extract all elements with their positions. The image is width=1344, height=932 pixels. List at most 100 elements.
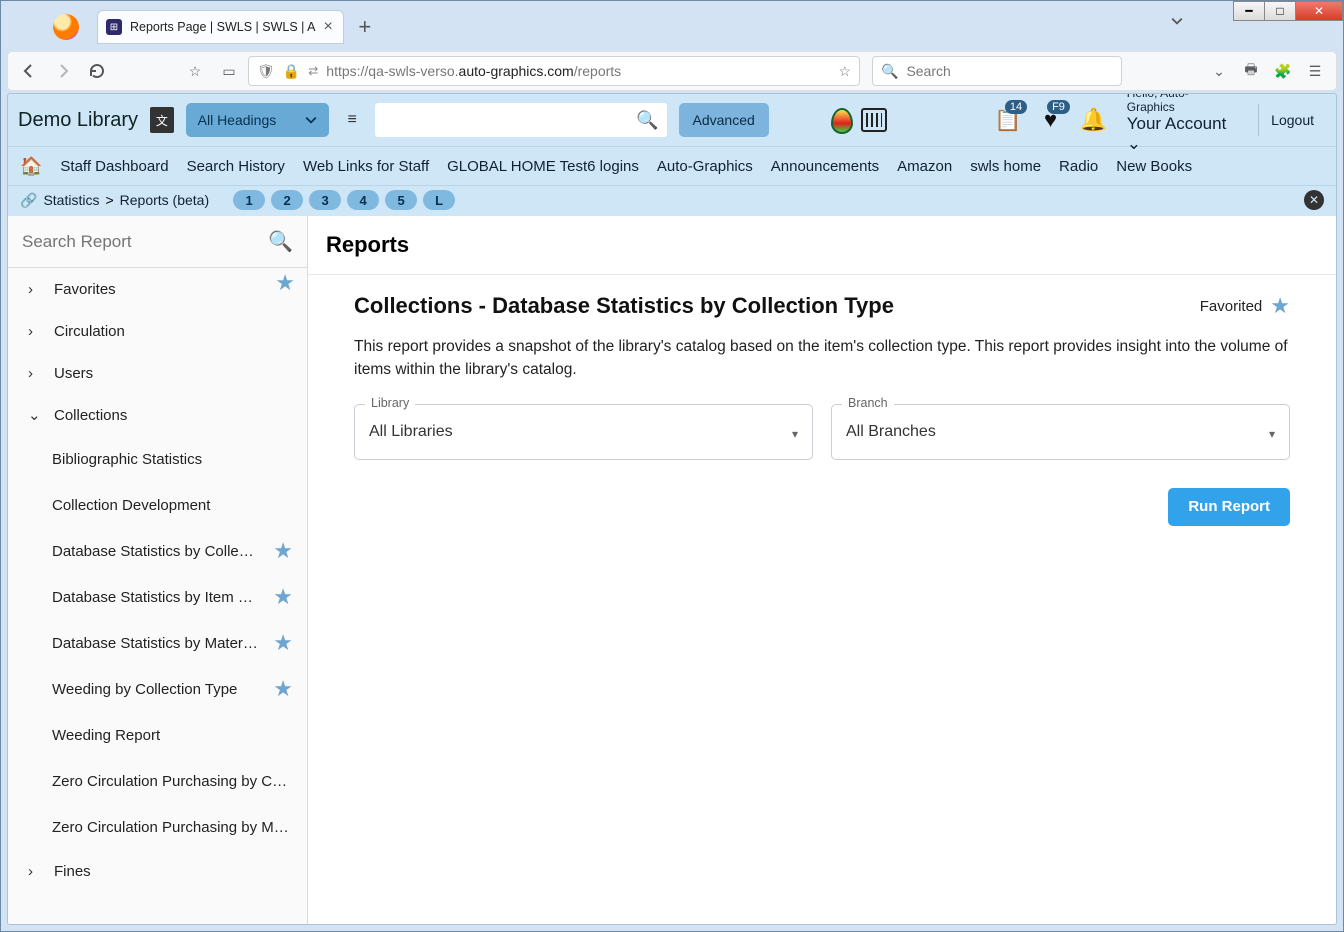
sidebar-group-favorites[interactable]: › Favorites xyxy=(8,268,307,310)
tab-close-icon[interactable]: × xyxy=(324,18,333,36)
shield-icon: 🛡 xyxy=(257,63,275,80)
run-report-button[interactable]: Run Report xyxy=(1168,488,1290,526)
branch-select[interactable]: Branch All Branches ▾ xyxy=(831,404,1290,460)
chevron-right-icon: › xyxy=(28,323,40,340)
browser-tab[interactable]: ⊞ Reports Page | SWLS | SWLS | A × xyxy=(97,10,344,44)
pager-pill[interactable]: 2 xyxy=(271,190,303,210)
account-menu[interactable]: Hello, Auto-Graphics Your Account ⌄ xyxy=(1127,93,1234,154)
headings-dropdown[interactable]: All Headings xyxy=(186,103,330,137)
pocket-icon[interactable]: ⌄ xyxy=(1204,56,1234,86)
pager-pill[interactable]: 3 xyxy=(309,190,341,210)
tab-title: Reports Page | SWLS | SWLS | A xyxy=(130,20,316,34)
sidebar-group-users[interactable]: › Users xyxy=(8,352,307,394)
sidebar-group-collections[interactable]: ⌄ Collections xyxy=(8,394,307,436)
sidebar-report-item[interactable]: Database Statistics by Item Except…★ xyxy=(8,574,307,620)
favorited-toggle[interactable]: Favorited ★ xyxy=(1200,293,1290,319)
search-icon: 🔍 xyxy=(881,63,898,80)
calendar-icon[interactable] xyxy=(861,108,887,132)
bookmark-star-icon[interactable]: ☆ xyxy=(180,56,210,86)
nav-link[interactable]: GLOBAL HOME Test6 logins xyxy=(447,158,639,175)
favorited-label: Favorited xyxy=(1200,298,1263,315)
container-tab-icon[interactable]: ▭ xyxy=(214,56,244,86)
extensions-icon[interactable]: 🧩 xyxy=(1268,56,1298,86)
sidebar-report-item[interactable]: Weeding Report xyxy=(8,712,307,758)
close-panel-icon[interactable]: ✕ xyxy=(1304,190,1324,210)
sidebar-group-circulation[interactable]: › Circulation xyxy=(8,310,307,352)
database-icon[interactable]: ≡ xyxy=(341,111,363,129)
list-icon[interactable]: 📋14 xyxy=(992,106,1023,134)
pager-pill[interactable]: 4 xyxy=(347,190,379,210)
browser-search-box[interactable]: 🔍 Search xyxy=(872,56,1122,86)
sidebar-label: Favorites xyxy=(54,281,293,298)
star-icon[interactable]: ★ xyxy=(273,630,293,656)
nav-link[interactable]: Staff Dashboard xyxy=(60,158,168,175)
nav-link[interactable]: Web Links for Staff xyxy=(303,158,429,175)
breadcrumb-reports[interactable]: Reports (beta) xyxy=(120,192,209,208)
nav-link[interactable]: Announcements xyxy=(771,158,879,175)
sidebar-report-item[interactable]: Bibliographic Statistics xyxy=(8,436,307,482)
headings-value: All Headings xyxy=(198,112,277,128)
advanced-search-button[interactable]: Advanced xyxy=(679,103,769,137)
notifications-bell-icon[interactable]: 🔔 xyxy=(1078,106,1109,134)
breadcrumb-statistics[interactable]: Statistics xyxy=(43,192,99,208)
language-icon[interactable]: 文 xyxy=(150,107,174,133)
nav-link[interactable]: Search History xyxy=(187,158,285,175)
chevron-right-icon: › xyxy=(28,365,40,382)
nav-reload-button[interactable] xyxy=(82,56,112,86)
star-icon[interactable]: ★ xyxy=(273,584,293,610)
nav-link[interactable]: Radio xyxy=(1059,158,1098,175)
sidebar-report-item[interactable]: Zero Circulation Purchasing by Collect… xyxy=(8,758,307,804)
print-icon[interactable]: 🖶 xyxy=(1236,56,1266,86)
window-maximize-button[interactable]: □ xyxy=(1264,1,1296,21)
chevron-down-icon: ▾ xyxy=(1269,427,1275,441)
tab-favicon-icon: ⊞ xyxy=(106,19,122,35)
search-icon[interactable]: 🔍 xyxy=(636,110,658,131)
favorites-heart-icon[interactable]: ♥F9 xyxy=(1035,106,1066,134)
chevron-down-icon: ⌄ xyxy=(28,406,40,424)
sidebar-report-label: Weeding Report xyxy=(52,727,293,744)
link-icon: 🔗 xyxy=(20,192,37,209)
favorites-badge: F9 xyxy=(1047,100,1070,114)
nav-link[interactable]: New Books xyxy=(1116,158,1192,175)
library-select[interactable]: Library All Libraries ▾ xyxy=(354,404,813,460)
url-bar[interactable]: 🛡 🔒 ⇄ https://qa-swls-verso.auto-graphic… xyxy=(248,56,860,86)
pager-pill[interactable]: 1 xyxy=(233,190,265,210)
window-minimize-button[interactable]: ━ xyxy=(1233,1,1265,21)
sidebar-report-label: Database Statistics by Material Ty… xyxy=(52,635,259,652)
pager-pill[interactable]: 5 xyxy=(385,190,417,210)
account-label: Your Account xyxy=(1127,114,1227,133)
star-icon[interactable]: ★ xyxy=(273,538,293,564)
star-icon[interactable]: ★ xyxy=(273,676,293,702)
logout-link[interactable]: Logout xyxy=(1258,104,1326,136)
search-icon[interactable]: 🔍 xyxy=(268,229,293,254)
nav-link[interactable]: swls home xyxy=(970,158,1041,175)
window-close-button[interactable]: ✕ xyxy=(1295,1,1343,21)
branch-select-label: Branch xyxy=(842,396,894,410)
nav-link[interactable]: Amazon xyxy=(897,158,952,175)
chevron-right-icon: › xyxy=(28,863,40,880)
chevron-down-icon: ▾ xyxy=(792,427,798,441)
sidebar-report-item[interactable]: Weeding by Collection Type★ xyxy=(8,666,307,712)
pager-pill[interactable]: L xyxy=(423,190,455,210)
chevron-right-icon: › xyxy=(28,281,40,298)
hamburger-menu-icon[interactable]: ☰ xyxy=(1300,56,1330,86)
tabs-overflow-icon[interactable] xyxy=(1171,15,1183,27)
breadcrumb-separator: > xyxy=(105,192,113,208)
sidebar-report-label: Database Statistics by Collection … xyxy=(52,543,259,560)
sidebar-report-item[interactable]: Collection Development xyxy=(8,482,307,528)
sidebar-label: Users xyxy=(54,365,293,382)
sidebar-report-item[interactable]: Database Statistics by Collection … ★ xyxy=(8,528,307,574)
balloon-icon[interactable] xyxy=(829,106,849,134)
sidebar-report-item[interactable]: Database Statistics by Material Ty… ★ xyxy=(8,620,307,666)
sidebar-report-item[interactable]: Zero Circulation Purchasing by Materi… xyxy=(8,804,307,850)
url-bookmark-icon[interactable]: ☆ xyxy=(838,63,851,80)
sidebar-group-fines[interactable]: › Fines xyxy=(8,850,307,892)
chevron-down-icon: ⌄ xyxy=(1127,134,1141,153)
nav-back-button[interactable] xyxy=(14,56,44,86)
home-icon[interactable]: 🏠 xyxy=(20,156,42,177)
catalog-search-input[interactable]: 🔍 xyxy=(375,103,667,137)
star-icon[interactable]: ★ xyxy=(275,270,295,296)
nav-link[interactable]: Auto-Graphics xyxy=(657,158,753,175)
report-search-input[interactable] xyxy=(22,232,268,252)
new-tab-button[interactable]: + xyxy=(350,12,380,42)
